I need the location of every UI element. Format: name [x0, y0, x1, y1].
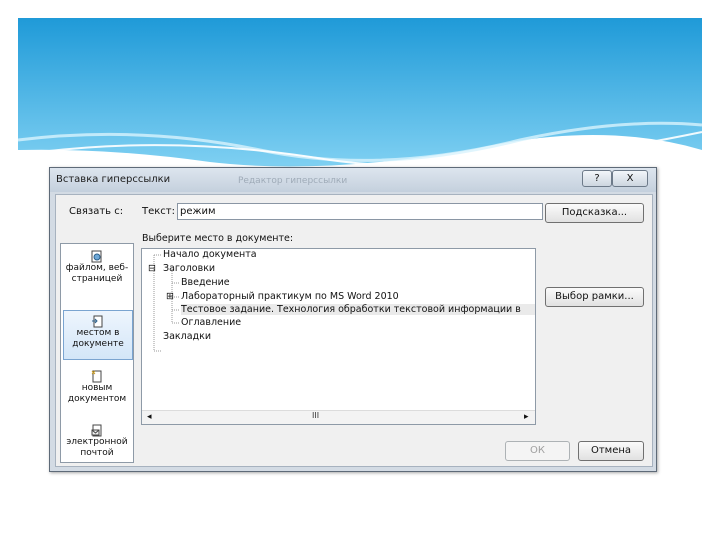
scroll-grip[interactable]: III — [312, 411, 319, 420]
tree-node[interactable]: Заголовки — [163, 263, 215, 274]
tree-node[interactable]: Оглавление — [181, 317, 241, 328]
new-document-icon — [91, 370, 102, 383]
link-type-label: страницей — [71, 274, 123, 284]
link-type-label: файлом, веб- — [65, 263, 129, 273]
tree-node[interactable]: Введение — [181, 277, 230, 288]
link-type-label: документом — [67, 394, 127, 404]
document-place-tree[interactable]: Начало документа ⊟ Заголовки Введение ⊞ … — [141, 248, 536, 425]
horizontal-scrollbar[interactable]: ◂ III ▸ — [142, 410, 535, 424]
tree-node[interactable]: Лабораторный практикум по MS Word 2010 — [181, 291, 399, 302]
cancel-button[interactable]: Отмена — [578, 441, 644, 461]
link-type-bar: файлом, веб- страницей местом в документ… — [60, 243, 134, 463]
help-button[interactable]: ? — [582, 170, 612, 187]
link-type-label: местом в — [76, 328, 120, 338]
scroll-right-icon[interactable]: ▸ — [524, 412, 529, 422]
tree-node[interactable]: Начало документа — [163, 249, 257, 260]
link-type-label: документе — [72, 339, 124, 349]
link-type-new-document[interactable]: новым документом — [63, 370, 131, 405]
link-type-file-web[interactable]: файлом, веб- страницей — [63, 250, 131, 285]
text-label: Текст: — [142, 206, 175, 217]
scroll-left-icon[interactable]: ◂ — [147, 412, 152, 422]
link-to-label: Связать с: — [69, 206, 124, 217]
link-type-label: новым — [81, 383, 113, 393]
link-type-label: почтой — [80, 448, 114, 458]
dialog-titlebar[interactable]: Вставка гиперссылки Редактор гиперссылки… — [50, 168, 656, 192]
link-type-place-in-document[interactable]: местом в документе — [63, 310, 133, 360]
tree-node[interactable]: Закладки — [163, 331, 211, 342]
link-type-label: электронной — [66, 437, 128, 447]
email-icon — [91, 424, 102, 437]
tooltip-button[interactable]: Подсказка... — [545, 203, 644, 223]
dialog-title: Вставка гиперссылки — [56, 174, 171, 185]
link-type-email[interactable]: электронной почтой — [63, 424, 131, 459]
dialog-ghost-title: Редактор гиперссылки — [238, 176, 348, 186]
tree-expander-icon[interactable]: ⊟ — [148, 263, 156, 274]
bookmark-button[interactable]: Выбор рамки... — [545, 287, 644, 307]
ok-button[interactable]: ОК — [505, 441, 570, 461]
insert-hyperlink-dialog: Вставка гиперссылки Редактор гиперссылки… — [49, 167, 657, 472]
tree-expander-icon[interactable]: ⊞ — [166, 291, 174, 302]
globe-file-icon — [91, 250, 102, 263]
text-input[interactable]: режим — [177, 203, 543, 220]
document-place-icon — [92, 315, 103, 328]
tree-node-selected[interactable]: Тестовое задание. Технология обработки т… — [181, 304, 535, 315]
close-button[interactable]: X — [612, 170, 648, 187]
select-place-label: Выберите место в документе: — [142, 233, 294, 244]
dialog-body: Связать с: Текст: режим Подсказка... фай… — [55, 194, 653, 467]
